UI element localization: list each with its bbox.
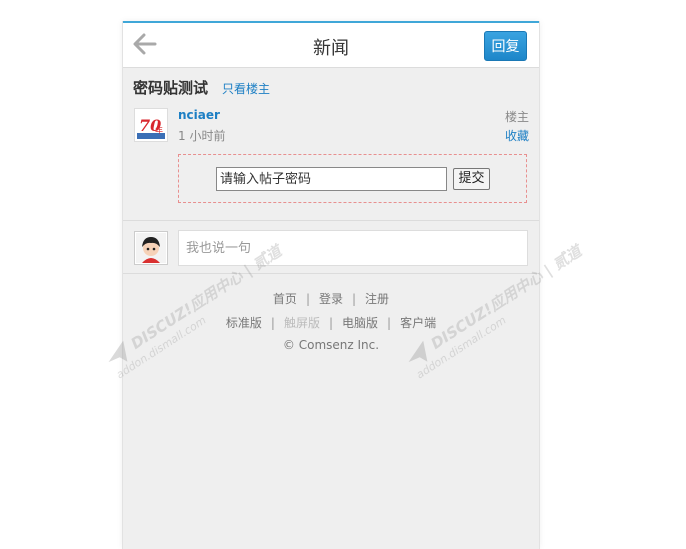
footer-link-standard[interactable]: 标准版 (226, 316, 262, 330)
reply-button[interactable]: 回复 (484, 31, 527, 61)
svg-text:年: 年 (155, 125, 163, 135)
divider (123, 273, 539, 274)
author-name[interactable]: nciaer (178, 108, 220, 122)
post-time: 1 小时前 (178, 129, 226, 143)
password-form: 提交 (178, 154, 527, 203)
footer-link-home[interactable]: 首页 (273, 292, 297, 306)
author-avatar[interactable]: 70 年 (134, 108, 168, 142)
comment-input[interactable] (178, 230, 528, 266)
top-bar: 新闻 回复 (123, 21, 539, 68)
thread-header: 密码贴测试 只看楼主 (133, 77, 270, 98)
footer-link-login[interactable]: 登录 (319, 292, 343, 306)
only-owner-link[interactable]: 只看楼主 (222, 82, 270, 96)
footer-link-touch: 触屏版 (283, 316, 320, 330)
divider (123, 220, 539, 221)
mobile-page: 新闻 回复 密码贴测试 只看楼主 70 年 nciaer 1 小时前 楼主 收藏… (122, 21, 540, 549)
footer-link-desktop[interactable]: 电脑版 (342, 316, 378, 330)
user-avatar-image (136, 233, 166, 263)
thread-title: 密码贴测试 (133, 79, 209, 97)
author-avatar-image: 70 年 (137, 111, 165, 139)
password-input[interactable] (216, 167, 447, 191)
footer-link-register[interactable]: 注册 (365, 292, 389, 306)
footer-link-client[interactable]: 客户端 (400, 316, 436, 330)
user-avatar (134, 231, 168, 265)
page-title: 新闻 (313, 38, 349, 59)
floor-label: 楼主 (504, 110, 529, 124)
favorite-link[interactable]: 收藏 (505, 127, 529, 144)
submit-button[interactable]: 提交 (453, 168, 490, 190)
